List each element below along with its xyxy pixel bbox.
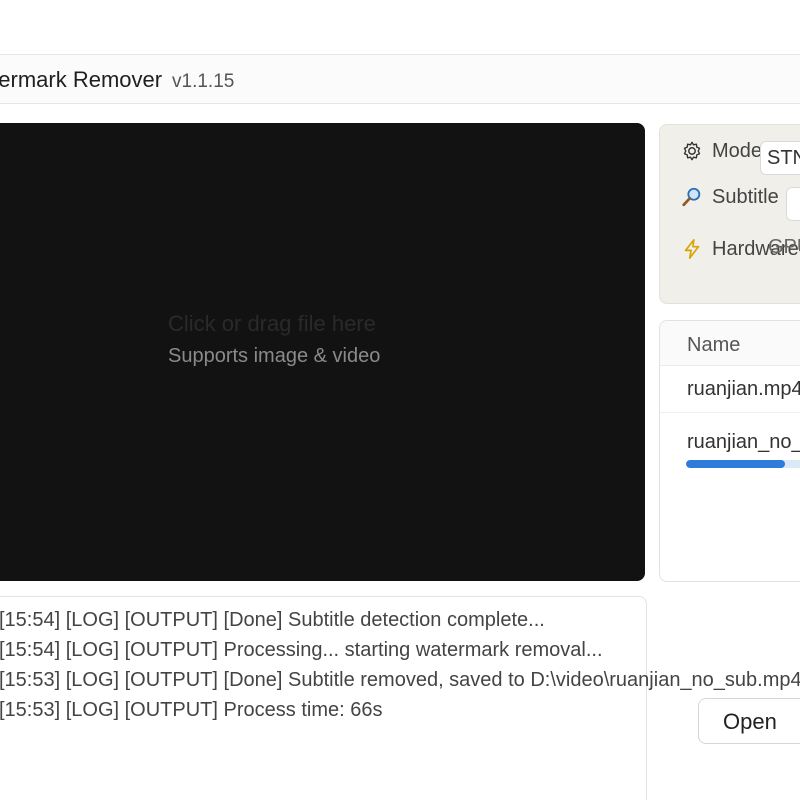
log-panel[interactable]: [15:54] [LOG] [OUTPUT] [Done] Subtitle d…	[0, 596, 800, 800]
mode-label: Mode	[712, 139, 763, 162]
settings-panel: Mode STNN Subtitle Hardware GPU	[659, 124, 800, 304]
log-line: [15:54] [LOG] [OUTPUT] [Done] Subtitle d…	[0, 609, 545, 631]
log-line: [15:53] [LOG] [OUTPUT] [Done] Subtitle r…	[0, 669, 800, 691]
file-progress-bar	[686, 460, 800, 468]
open-button[interactable]: Open	[698, 698, 800, 744]
title-bar: Watermark Remover v1.1.15	[0, 54, 800, 104]
subtitle-input[interactable]	[786, 187, 800, 221]
file-progress-fill	[686, 460, 786, 468]
magnifier-icon	[680, 185, 704, 209]
log-line: [15:54] [LOG] [OUTPUT] Processing... sta…	[0, 639, 603, 661]
file-row[interactable]: ruanjian.mp4	[660, 366, 800, 413]
file-row[interactable]: ruanjian_no_sub.mp4	[660, 413, 800, 483]
hardware-value[interactable]: GPU	[768, 236, 800, 259]
lightning-icon	[680, 237, 704, 261]
app-window: Watermark Remover v1.1.15 Click or drag …	[0, 0, 800, 800]
app-version: v1.1.15	[172, 71, 235, 92]
subtitle-label: Subtitle	[712, 185, 779, 208]
log-line: [15:53] [LOG] [OUTPUT] Process time: 66s	[0, 699, 383, 721]
file-drop-zone[interactable]: Click or drag file here Supports image &…	[0, 123, 645, 581]
file-list: Name ruanjian.mp4 ruanjian_no_sub.mp4	[659, 320, 800, 582]
file-name: ruanjian.mp4	[687, 378, 800, 400]
drop-zone-supported-formats: Supports image & video	[168, 345, 381, 367]
app-title: Watermark Remover	[0, 67, 163, 92]
mode-select[interactable]: STNN	[760, 141, 800, 175]
drop-zone-hint: Click or drag file here	[168, 311, 376, 336]
name-column-header[interactable]: Name	[687, 334, 740, 357]
file-list-header: Name	[660, 321, 800, 366]
mode-setting: Mode	[680, 136, 762, 166]
file-name: ruanjian_no_sub.mp4	[687, 431, 800, 453]
gear-icon	[680, 139, 704, 163]
subtitle-setting: Subtitle	[680, 182, 779, 212]
